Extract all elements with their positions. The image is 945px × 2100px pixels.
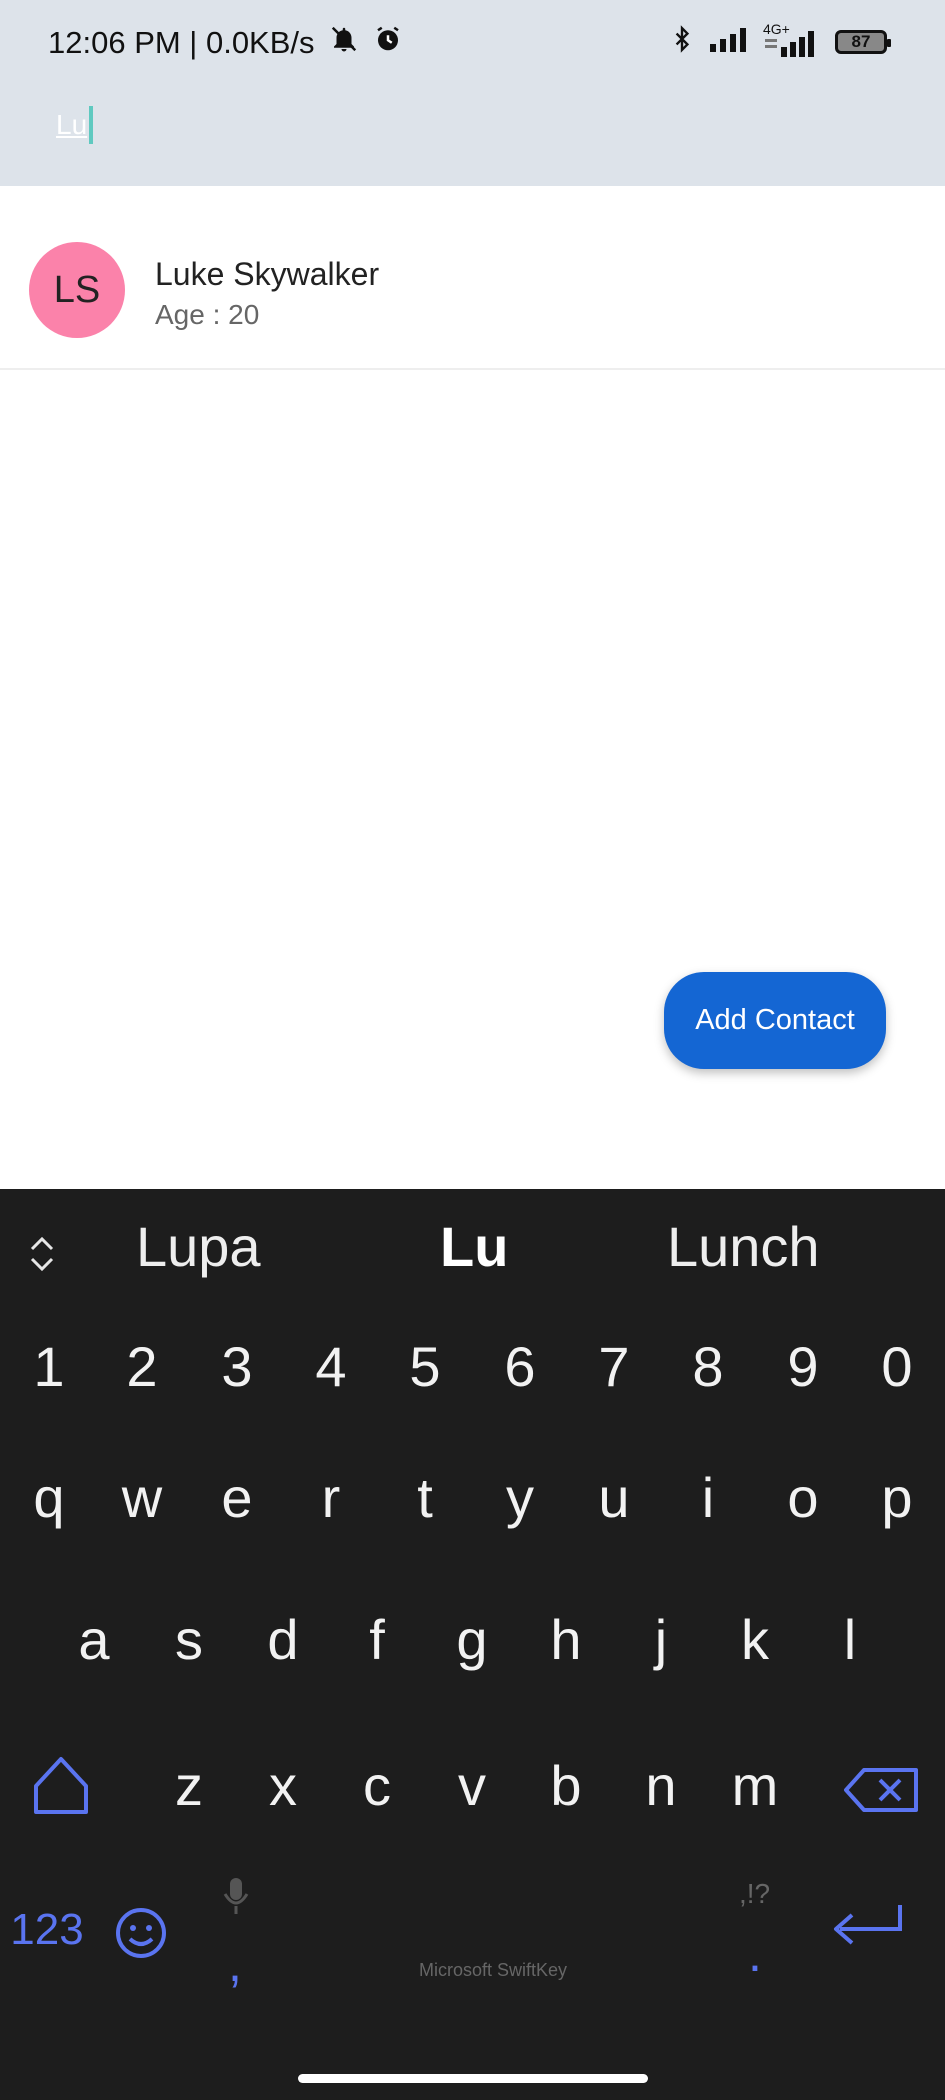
numbers-key[interactable]: 123 — [0, 1905, 94, 1955]
battery-icon: 87 — [835, 29, 891, 54]
key-y[interactable]: y — [473, 1465, 567, 1530]
key-4[interactable]: 4 — [284, 1334, 378, 1399]
contact-name: Luke Skywalker — [155, 256, 380, 292]
avatar: LS — [29, 242, 125, 338]
key-6[interactable]: 6 — [473, 1334, 567, 1399]
shift-key[interactable] — [14, 1753, 108, 1832]
bluetooth-icon — [669, 24, 695, 59]
expand-toolbar-icon[interactable] — [22, 1229, 62, 1279]
key-e[interactable]: e — [190, 1465, 284, 1530]
key-n[interactable]: n — [614, 1753, 708, 1818]
key-0[interactable]: 0 — [850, 1334, 944, 1399]
suggestion-1[interactable]: Lupa — [136, 1214, 261, 1279]
key-i[interactable]: i — [661, 1465, 755, 1530]
key-o[interactable]: o — [756, 1465, 850, 1530]
period-key[interactable]: . — [708, 1925, 802, 1983]
key-p[interactable]: p — [850, 1465, 944, 1530]
status-right: 4G+ 87 — [669, 21, 891, 59]
key-s[interactable]: s — [142, 1607, 236, 1672]
key-m[interactable]: m — [708, 1753, 802, 1818]
key-l[interactable]: l — [803, 1607, 897, 1672]
key-q[interactable]: q — [2, 1465, 96, 1530]
key-t[interactable]: t — [378, 1465, 472, 1530]
contact-list-item[interactable]: LS Luke Skywalker Age : 20 — [0, 186, 945, 370]
microphone-icon[interactable] — [222, 1876, 250, 1921]
contact-age: Age : 20 — [155, 299, 260, 330]
status-bar: 12:06 PM | 0.0KB/s 4G+ 87 — [0, 0, 945, 70]
key-r[interactable]: r — [284, 1465, 378, 1530]
key-7[interactable]: 7 — [567, 1334, 661, 1399]
key-w[interactable]: w — [95, 1465, 189, 1530]
key-d[interactable]: d — [236, 1607, 330, 1672]
key-x[interactable]: x — [236, 1753, 330, 1818]
key-c[interactable]: c — [330, 1753, 424, 1818]
key-j[interactable]: j — [614, 1607, 708, 1672]
key-3[interactable]: 3 — [190, 1334, 284, 1399]
status-left: 12:06 PM | 0.0KB/s — [48, 24, 403, 62]
key-g[interactable]: g — [425, 1607, 519, 1672]
alarm-icon — [373, 24, 403, 62]
text-cursor — [89, 106, 94, 144]
suggestion-2[interactable]: Lu — [440, 1214, 508, 1279]
search-input[interactable]: Lu — [56, 106, 94, 144]
key-1[interactable]: 1 — [2, 1334, 96, 1399]
key-9[interactable]: 9 — [756, 1334, 850, 1399]
signal-4g-icon: 4G+ — [763, 21, 821, 57]
space-bar[interactable]: Microsoft SwiftKey — [250, 1880, 690, 1990]
search-header: Lu — [0, 70, 945, 186]
search-input-value: Lu — [56, 109, 88, 140]
status-time-speed: 12:06 PM | 0.0KB/s — [48, 25, 315, 60]
key-b[interactable]: b — [519, 1753, 613, 1818]
key-u[interactable]: u — [567, 1465, 661, 1530]
key-8[interactable]: 8 — [661, 1334, 755, 1399]
key-5[interactable]: 5 — [378, 1334, 472, 1399]
punctuation-hint: ,!? — [739, 1878, 771, 1909]
bell-muted-icon — [329, 24, 359, 62]
key-f[interactable]: f — [330, 1607, 424, 1672]
key-2[interactable]: 2 — [95, 1334, 189, 1399]
key-z[interactable]: z — [142, 1753, 236, 1818]
key-k[interactable]: k — [708, 1607, 802, 1672]
key-h[interactable]: h — [519, 1607, 613, 1672]
signal-icon — [709, 26, 749, 57]
key-a[interactable]: a — [47, 1607, 141, 1672]
enter-key[interactable] — [820, 1895, 914, 1978]
add-contact-button[interactable]: Add Contact — [664, 972, 886, 1069]
key-v[interactable]: v — [425, 1753, 519, 1818]
emoji-key[interactable] — [104, 1900, 198, 1979]
keyboard-brand-label: Microsoft SwiftKey — [419, 1960, 568, 1980]
backspace-key[interactable] — [836, 1760, 930, 1833]
suggestion-3[interactable]: Lunch — [667, 1214, 820, 1279]
home-indicator[interactable] — [298, 2074, 648, 2083]
